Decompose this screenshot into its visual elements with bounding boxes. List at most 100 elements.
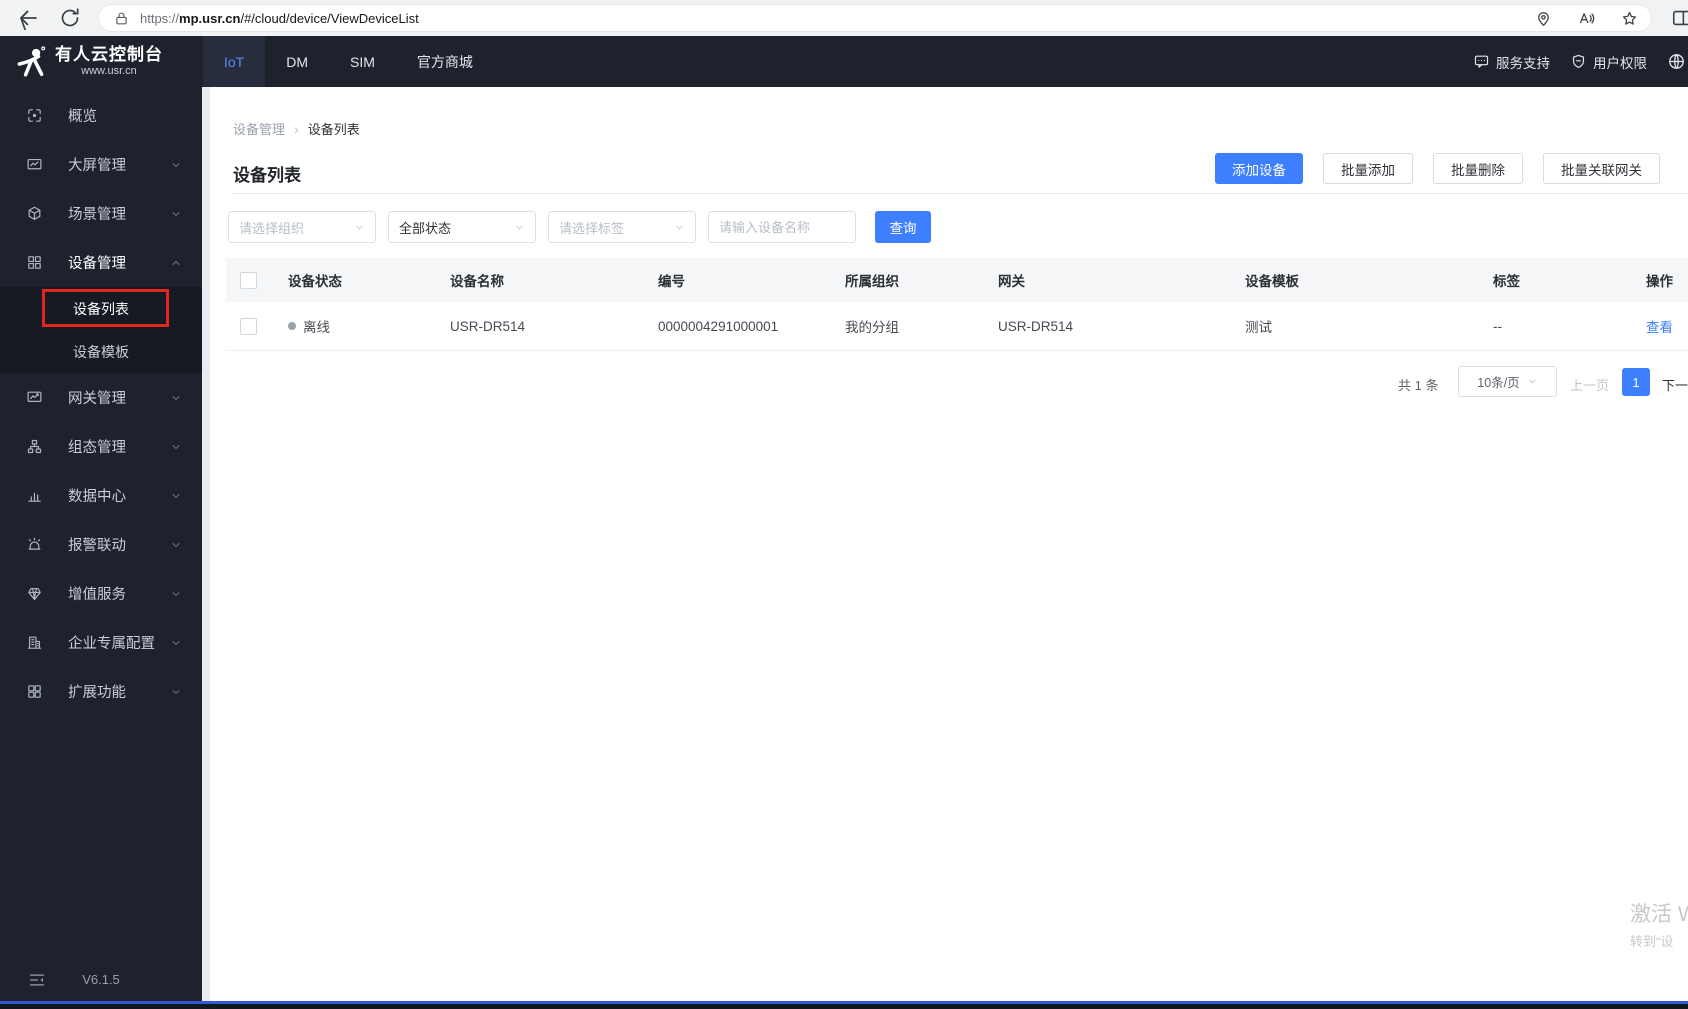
tag-select[interactable]: 请选择标签 <box>548 211 696 243</box>
sidebar-item-device-mgmt[interactable]: 设备管理 <box>0 238 202 287</box>
taskbar-edge <box>0 1001 1688 1009</box>
user-permissions[interactable]: 用户权限 <box>1570 52 1647 72</box>
sidebar-item-device-list[interactable]: 设备列表 <box>0 287 202 330</box>
app-header: 有人云控制台 www.usr.cn IoT DM SIM 官方商城 服务支持 用… <box>0 36 1688 87</box>
chevron-down-icon <box>514 222 525 233</box>
bar-chart-icon <box>26 487 43 504</box>
breadcrumb: 设备管理 › 设备列表 <box>233 119 360 138</box>
device-gateway-cell: USR-DR514 <box>998 318 1074 334</box>
device-name-input[interactable] <box>708 211 856 243</box>
refresh-icon[interactable] <box>58 6 82 30</box>
device-code-cell: 0000004291000001 <box>658 318 779 334</box>
sidebar-item-overview[interactable]: 概览 <box>0 91 202 140</box>
content-gutter <box>202 87 210 1001</box>
split-screen-icon[interactable] <box>1670 7 1688 29</box>
col-header-actions: 操作 <box>1646 274 1673 289</box>
chevron-down-icon <box>1527 376 1538 387</box>
chevron-down-icon <box>170 490 182 502</box>
sidebar-item-alarm-linkage[interactable]: 报警联动 <box>0 520 202 569</box>
service-support[interactable]: 服务支持 <box>1473 52 1550 72</box>
col-header-name: 设备名称 <box>450 274 504 289</box>
sidebar-item-screen-mgmt[interactable]: 大屏管理 <box>0 140 202 189</box>
sidebar-item-scene-mgmt[interactable]: 场景管理 <box>0 189 202 238</box>
chevron-down-icon <box>170 539 182 551</box>
logo-subtitle: www.usr.cn <box>81 65 137 77</box>
tab-official-store[interactable]: 官方商城 <box>396 36 494 87</box>
batch-link-gateway-button[interactable]: 批量关联网关 <box>1543 153 1660 184</box>
page-title: 设备列表 <box>233 166 301 185</box>
sidebar-item-enterprise-config[interactable]: 企业专属配置 <box>0 618 202 667</box>
next-page-button[interactable]: 下一页 <box>1662 375 1688 394</box>
add-device-button[interactable]: 添加设备 <box>1215 153 1303 184</box>
brand-logo[interactable]: 有人云控制台 www.usr.cn <box>14 36 163 87</box>
status-select[interactable]: 全部状态 <box>388 211 536 243</box>
location-icon[interactable] <box>1534 9 1553 28</box>
sidebar-item-value-added[interactable]: 增值服务 <box>0 569 202 618</box>
offline-status-dot <box>288 322 296 330</box>
chevron-down-icon <box>170 588 182 600</box>
breadcrumb-device-mgmt[interactable]: 设备管理 <box>233 119 285 138</box>
col-header-template: 设备模板 <box>1245 274 1299 289</box>
favorite-star-icon[interactable] <box>1620 9 1639 28</box>
view-link[interactable]: 查看 <box>1646 316 1673 336</box>
action-buttons: 添加设备 批量添加 批量删除 批量关联网关 <box>1215 153 1660 184</box>
header-right: 服务支持 用户权限 <box>1473 36 1686 87</box>
device-template-cell: 测试 <box>1245 320 1272 335</box>
table-row: 离线 USR-DR514 0000004291000001 我的分组 USR-D… <box>226 302 1688 351</box>
address-bar[interactable]: https://mp.usr.cn/#/cloud/device/ViewDev… <box>98 4 1652 32</box>
tab-sim[interactable]: SIM <box>329 36 396 87</box>
search-button[interactable]: 查询 <box>875 211 931 243</box>
chevron-down-icon <box>170 392 182 404</box>
chevron-down-icon <box>170 208 182 220</box>
browser-toolbar: https://mp.usr.cn/#/cloud/device/ViewDev… <box>0 0 1688 36</box>
sidebar-item-data-center[interactable]: 数据中心 <box>0 471 202 520</box>
page-1-button[interactable]: 1 <box>1622 368 1650 396</box>
tab-dm[interactable]: DM <box>265 36 329 87</box>
logo-title: 有人云控制台 <box>55 45 163 64</box>
device-grid-icon <box>26 254 43 271</box>
prev-page-button[interactable]: 上一页 <box>1570 375 1609 394</box>
tab-iot[interactable]: IoT <box>203 36 266 87</box>
screen: https://mp.usr.cn/#/cloud/device/ViewDev… <box>0 0 1688 1009</box>
select-all-checkbox[interactable] <box>240 271 257 289</box>
device-table: 设备状态 设备名称 编号 所属组织 网关 设备模板 标签 操作 离线 USR-D… <box>226 258 1688 351</box>
batch-delete-button[interactable]: 批量删除 <box>1433 153 1523 184</box>
sidebar-item-device-template[interactable]: 设备模板 <box>0 330 202 373</box>
chevron-down-icon <box>170 441 182 453</box>
page-size-select[interactable]: 10条/页 <box>1458 366 1557 397</box>
gateway-chart-icon <box>26 389 43 406</box>
col-header-code: 编号 <box>658 274 685 289</box>
breadcrumb-separator-icon: › <box>294 120 299 137</box>
shield-icon <box>1572 54 1585 69</box>
overview-icon <box>26 107 43 124</box>
row-checkbox[interactable] <box>240 317 257 335</box>
language-globe-icon[interactable] <box>1667 52 1686 71</box>
batch-add-button[interactable]: 批量添加 <box>1323 153 1413 184</box>
device-tag-cell: -- <box>1493 318 1502 334</box>
back-icon[interactable] <box>16 6 40 30</box>
device-org-cell: 我的分组 <box>845 320 899 335</box>
url-text: https://mp.usr.cn/#/cloud/device/ViewDev… <box>140 10 419 26</box>
activation-watermark: 激活 W 转到“设 <box>1630 903 1688 949</box>
sidebar-footer: V6.1.5 <box>0 969 202 991</box>
sidebar-item-gateway-mgmt[interactable]: 网关管理 <box>0 373 202 422</box>
usr-person-icon <box>17 45 46 77</box>
sidebar-item-scada-mgmt[interactable]: 组态管理 <box>0 422 202 471</box>
col-header-status: 设备状态 <box>288 274 342 289</box>
chat-icon <box>1474 55 1489 68</box>
device-name-cell: USR-DR514 <box>450 318 526 334</box>
col-header-org: 所属组织 <box>845 274 899 289</box>
collapse-sidebar-icon[interactable] <box>28 971 46 989</box>
building-icon <box>26 634 43 651</box>
chevron-down-icon <box>170 686 182 698</box>
chevron-up-icon <box>170 257 182 269</box>
device-mgmt-submenu: 设备列表 设备模板 <box>0 287 202 373</box>
sidebar-item-extensions[interactable]: 扩展功能 <box>0 667 202 716</box>
main-content: 设备管理 › 设备列表 设备列表 添加设备 批量添加 批量删除 批量关联网关 请… <box>210 87 1688 1001</box>
read-aloud-icon[interactable] <box>1577 9 1596 28</box>
big-screen-icon <box>26 156 43 173</box>
title-divider <box>232 193 1688 194</box>
chevron-down-icon <box>170 159 182 171</box>
sidebar: 概览 大屏管理 场景管理 设备管理 设备列表 设备模板 网关管理 组态管理 数据… <box>0 87 202 1001</box>
org-select[interactable]: 请选择组织 <box>228 211 376 243</box>
